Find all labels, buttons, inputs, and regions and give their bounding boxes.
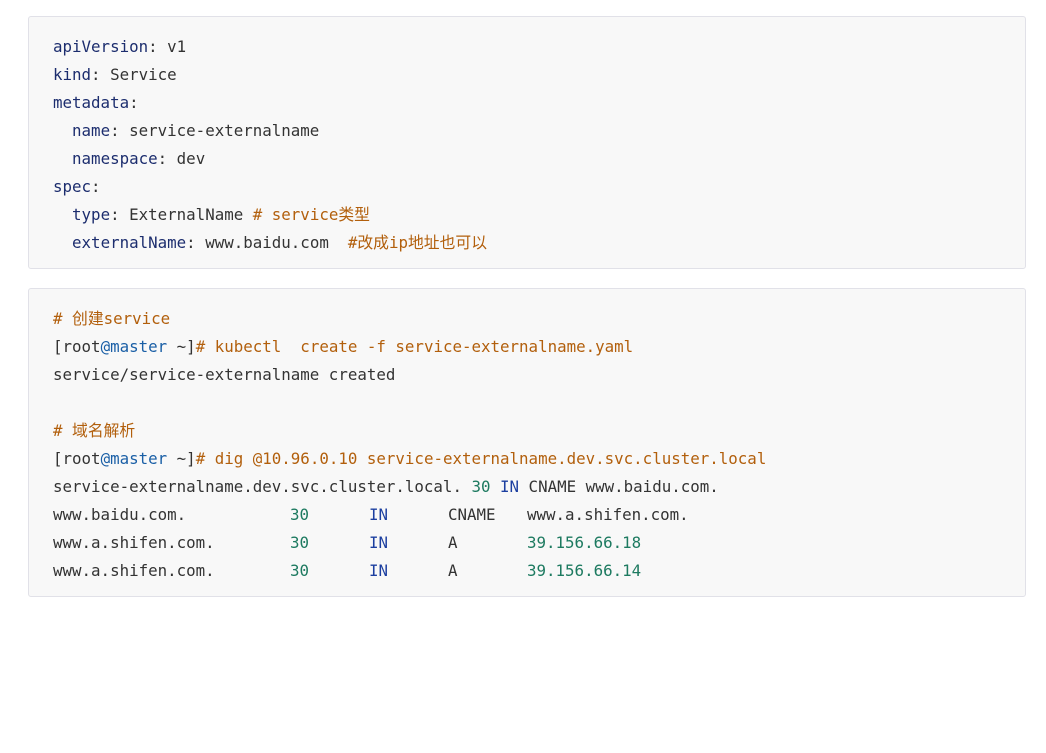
yaml-line: type: ExternalName # service类型 (53, 201, 370, 229)
dns-record-ttl: 30 (290, 561, 310, 580)
dns-record-name: www.a.shifen.com. (53, 561, 215, 580)
yaml-separator: : (129, 93, 139, 112)
shell-comment-line: # 域名解析 (53, 417, 135, 445)
yaml-key: apiVersion (53, 37, 149, 56)
shell-command-line: [root@master ~]# kubectl create -f servi… (53, 333, 633, 361)
shell-command: dig @10.96.0.10 service-externalname.dev… (205, 449, 767, 468)
prompt-close: ~] (167, 337, 196, 356)
yaml-separator: : (110, 205, 130, 224)
dns-record-data: 39.156.66.18 (527, 533, 642, 552)
yaml-key: type (72, 205, 111, 224)
yaml-value: ExternalName (129, 205, 253, 224)
shell-comment-line: # 创建service (53, 305, 170, 333)
shell-command: kubectl create -f service-externalname.y… (205, 337, 634, 356)
yaml-value: dev (176, 149, 206, 168)
yaml-separator: : (110, 121, 130, 140)
shell-output-line: service/service-externalname created (53, 361, 395, 389)
dns-answer-rest: CNAME www.baidu.com. (519, 477, 719, 496)
dns-record-row: www.baidu.com. 30 IN CNAME www.a.shifen.… (53, 501, 1003, 529)
yaml-indent (53, 149, 72, 168)
dns-record-row: www.a.shifen.com. 30 IN A 39.156.66.14 (53, 557, 1003, 585)
dns-record-class: IN (369, 533, 389, 552)
dns-answer-line: service-externalname.dev.svc.cluster.loc… (53, 473, 719, 501)
dns-answer-class: IN (490, 477, 520, 496)
prompt-open: [root (53, 337, 101, 356)
yaml-separator: : (91, 177, 101, 196)
prompt-hash: # (195, 449, 206, 468)
dns-answer-name: service-externalname.dev.svc.cluster.loc… (53, 477, 472, 496)
yaml-indent (53, 121, 72, 140)
dns-record-class: IN (369, 505, 389, 524)
dns-record-ttl: 30 (290, 505, 310, 524)
yaml-separator: : (186, 233, 206, 252)
yaml-key: spec (53, 177, 92, 196)
yaml-separator: : (148, 37, 168, 56)
dns-record-ttl: 30 (290, 533, 310, 552)
dns-record-type: A (448, 561, 458, 580)
dns-record-class: IN (369, 561, 389, 580)
prompt-host: @master (100, 337, 168, 356)
dns-answer-ttl: 30 (471, 477, 491, 496)
yaml-line: externalName: www.baidu.com #改成ip地址也可以 (53, 229, 487, 257)
dns-record-name: www.baidu.com. (53, 505, 187, 524)
yaml-separator: : (91, 65, 111, 84)
yaml-line: apiVersion: v1 (53, 33, 186, 61)
yaml-code-block: apiVersion: v1 kind: Service metadata: n… (28, 16, 1026, 269)
yaml-key: namespace (72, 149, 158, 168)
yaml-value: www.baidu.com (205, 233, 348, 252)
shell-comment: # 域名解析 (53, 421, 136, 440)
yaml-key: name (72, 121, 111, 140)
yaml-line: kind: Service (53, 61, 177, 89)
yaml-value: v1 (167, 37, 187, 56)
shell-command-line: [root@master ~]# dig @10.96.0.10 service… (53, 445, 766, 473)
shell-comment: # 创建service (53, 309, 171, 328)
dns-record-type: A (448, 533, 458, 552)
yaml-key: kind (53, 65, 92, 84)
yaml-line: name: service-externalname (53, 117, 319, 145)
shell-output: service/service-externalname created (53, 365, 396, 384)
yaml-line: metadata: (53, 89, 139, 117)
dns-record-data: 39.156.66.14 (527, 561, 642, 580)
yaml-indent (53, 205, 72, 224)
dns-record-type: CNAME (448, 505, 496, 524)
yaml-line: namespace: dev (53, 145, 205, 173)
yaml-comment: #改成ip地址也可以 (347, 233, 487, 252)
yaml-value: service-externalname (129, 121, 320, 140)
shell-code-block: # 创建service [root@master ~]# kubectl cre… (28, 288, 1026, 597)
yaml-line: spec: (53, 173, 101, 201)
prompt-host: @master (100, 449, 168, 468)
dns-record-data: www.a.shifen.com. (527, 505, 689, 524)
prompt-open: [root (53, 449, 101, 468)
dns-record-name: www.a.shifen.com. (53, 533, 215, 552)
yaml-indent (53, 233, 72, 252)
yaml-comment: # service类型 (252, 205, 370, 224)
yaml-value: Service (110, 65, 177, 84)
prompt-close: ~] (167, 449, 196, 468)
yaml-key: metadata (53, 93, 130, 112)
yaml-separator: : (157, 149, 177, 168)
yaml-key: externalName (72, 233, 187, 252)
dns-record-row: www.a.shifen.com. 30 IN A 39.156.66.18 (53, 529, 1003, 557)
prompt-hash: # (195, 337, 206, 356)
